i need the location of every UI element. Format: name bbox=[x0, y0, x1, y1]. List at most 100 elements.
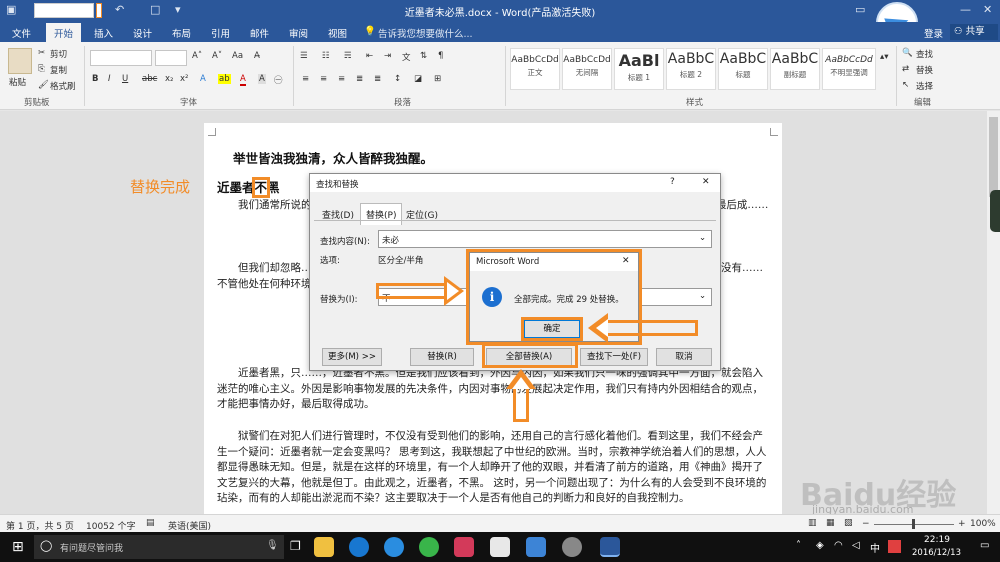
select-button[interactable]: 选择 bbox=[916, 80, 933, 92]
print-layout-icon[interactable]: ▦ bbox=[826, 518, 835, 528]
vertical-scrollbar[interactable] bbox=[987, 111, 1000, 514]
ribbon-display-icon[interactable]: ▭ bbox=[855, 3, 865, 16]
tell-me-input[interactable]: 告诉我您想要做什么... bbox=[378, 26, 473, 40]
notepad-icon[interactable] bbox=[490, 537, 510, 557]
side-widget[interactable] bbox=[990, 190, 1000, 232]
multilevel-icon[interactable]: ☴ bbox=[344, 51, 352, 61]
windows-start-icon[interactable]: ⊞ bbox=[12, 539, 24, 555]
tab-layout[interactable]: 布局 bbox=[172, 26, 191, 40]
file-explorer-icon[interactable] bbox=[314, 537, 334, 557]
chevron-down-icon[interactable]: ⌄ bbox=[699, 291, 706, 301]
document-heading[interactable]: 近墨者不黑 bbox=[217, 177, 280, 198]
cut-button[interactable]: 剪切 bbox=[50, 48, 67, 60]
help-icon[interactable]: ? bbox=[670, 177, 675, 187]
word-count[interactable]: 10052 个字 bbox=[86, 519, 136, 532]
cancel-button[interactable]: 取消 bbox=[656, 348, 712, 366]
distributed-icon[interactable]: ≣ bbox=[374, 74, 381, 84]
change-case-icon[interactable]: Aa bbox=[232, 51, 243, 61]
justify-icon[interactable]: ≣ bbox=[356, 74, 363, 84]
tab-insert[interactable]: 插入 bbox=[94, 26, 113, 40]
tab-view[interactable]: 视图 bbox=[328, 26, 347, 40]
close-icon[interactable]: ✕ bbox=[702, 177, 710, 187]
find-button[interactable]: 查找 bbox=[916, 48, 933, 60]
zoom-out-icon[interactable]: − bbox=[862, 519, 870, 529]
close-icon[interactable]: ✕ bbox=[983, 3, 992, 16]
proofing-icon[interactable]: ▤ bbox=[146, 518, 155, 528]
replace-button[interactable]: 替换 bbox=[916, 64, 933, 76]
language-indicator[interactable]: 英语(美国) bbox=[168, 519, 211, 532]
style-subtle-emphasis[interactable]: AaBbCcDd 不明显强调 bbox=[822, 48, 876, 90]
browser-360-icon[interactable] bbox=[419, 537, 439, 557]
align-left-icon[interactable]: ≡ bbox=[302, 74, 309, 84]
document-title[interactable]: 举世皆浊我独清，众人皆醉我独醒。 bbox=[233, 148, 433, 167]
cut-icon[interactable]: ✂ bbox=[38, 48, 45, 58]
shield-icon[interactable]: ◈ bbox=[816, 540, 824, 551]
italic-icon[interactable]: I bbox=[108, 74, 111, 84]
copy-icon[interactable]: ⎘ bbox=[38, 64, 45, 74]
tab-goto[interactable]: 定位(G) bbox=[402, 205, 442, 224]
clear-format-icon[interactable]: A̶ bbox=[254, 51, 260, 61]
styles-scroll-icon[interactable]: ▴▾ bbox=[880, 52, 889, 62]
highlight-icon[interactable]: ab bbox=[218, 74, 231, 84]
style-no-spacing[interactable]: AaBbCcDd 无间隔 bbox=[562, 48, 612, 90]
style-heading-1[interactable]: AaBl 标题 1 bbox=[614, 48, 664, 90]
volume-icon[interactable]: ◁ bbox=[852, 540, 860, 551]
wifi-icon[interactable]: ◠ bbox=[834, 540, 843, 551]
shading-icon[interactable]: ◪ bbox=[414, 74, 422, 84]
more-button[interactable]: 更多(M) >> bbox=[322, 348, 382, 366]
page-indicator[interactable]: 第 1 页，共 5 页 bbox=[6, 519, 74, 532]
scroll-thumb[interactable] bbox=[989, 117, 998, 197]
align-right-icon[interactable]: ≡ bbox=[338, 74, 345, 84]
select-icon[interactable]: ↖ bbox=[902, 80, 909, 90]
paragraph-3[interactable]: 近墨者黑，只……，近墨者不黑。但是我们应该看到，外因与内因，如果我们只一味的强调… bbox=[217, 366, 773, 428]
replace-icon[interactable]: ⇄ bbox=[902, 64, 909, 74]
read-mode-icon[interactable]: ▥ bbox=[808, 518, 817, 528]
strikethrough-icon[interactable]: abc bbox=[142, 74, 157, 84]
paragraph-4[interactable]: 狱警们在对犯人们进行管理时，不仅没有受到他们的影响，还用自己的言行感化着他们。看… bbox=[217, 429, 773, 514]
tab-design[interactable]: 设计 bbox=[133, 26, 152, 40]
zoom-in-icon[interactable]: + bbox=[958, 519, 966, 529]
sort-icon[interactable]: ⇅ bbox=[420, 51, 427, 61]
grow-font-icon[interactable]: A˄ bbox=[192, 51, 202, 61]
login-link[interactable]: 登录 bbox=[924, 26, 943, 40]
web-layout-icon[interactable]: ▧ bbox=[844, 518, 853, 528]
replace-button[interactable]: 替换(R) bbox=[410, 348, 474, 366]
font-color-icon[interactable]: A bbox=[240, 74, 246, 86]
underline-icon[interactable]: U bbox=[122, 74, 128, 84]
word-taskbar-icon[interactable] bbox=[600, 537, 620, 557]
sogou-icon[interactable] bbox=[888, 540, 901, 553]
mic-icon[interactable]: 🎙 bbox=[266, 540, 279, 551]
chevron-down-icon[interactable]: ⌄ bbox=[699, 233, 706, 243]
paste-icon[interactable] bbox=[8, 48, 32, 74]
minimize-icon[interactable]: — bbox=[960, 3, 971, 16]
find-input[interactable]: 未必 ⌄ bbox=[378, 230, 712, 248]
bug-app-icon[interactable] bbox=[454, 537, 474, 557]
text-effects-icon[interactable]: A bbox=[200, 74, 206, 84]
char-shading-icon[interactable]: A bbox=[258, 74, 266, 84]
tab-review[interactable]: 审阅 bbox=[289, 26, 308, 40]
style-normal[interactable]: AaBbCcDd 正文 bbox=[510, 48, 560, 90]
find-next-button[interactable]: 查找下一处(F) bbox=[580, 348, 648, 366]
clock-date[interactable]: 2016/12/13 bbox=[912, 548, 961, 558]
tray-expand-icon[interactable]: ˄ bbox=[796, 540, 801, 551]
share-button[interactable]: ⚇ 共享 bbox=[950, 24, 998, 40]
search-box[interactable]: ◯ 有问题尽管问我 🎙 bbox=[34, 535, 284, 559]
borders-icon[interactable]: ⊞ bbox=[434, 74, 441, 84]
ok-button[interactable]: 确定 bbox=[524, 320, 580, 338]
tab-replace[interactable]: 替换(P) bbox=[360, 203, 403, 225]
ime-indicator[interactable]: 中 bbox=[870, 540, 880, 555]
decrease-indent-icon[interactable]: ⇤ bbox=[366, 51, 373, 61]
style-title[interactable]: AaBbC 标题 bbox=[718, 48, 768, 90]
align-center-icon[interactable]: ≡ bbox=[320, 74, 327, 84]
shrink-font-icon[interactable]: A˅ bbox=[212, 51, 222, 61]
chinese-layout-icon[interactable]: 文 bbox=[402, 51, 411, 63]
close-icon[interactable]: ✕ bbox=[622, 256, 630, 266]
copy-button[interactable]: 复制 bbox=[50, 64, 67, 76]
tab-references[interactable]: 引用 bbox=[211, 26, 230, 40]
increase-indent-icon[interactable]: ⇥ bbox=[384, 51, 391, 61]
enclose-char-icon[interactable]: ㊀ bbox=[274, 74, 283, 86]
style-heading-2[interactable]: AaBbC 标题 2 bbox=[666, 48, 716, 90]
task-view-icon[interactable]: ❐ bbox=[290, 539, 301, 553]
format-painter-icon[interactable]: 🖌 bbox=[38, 80, 49, 90]
tab-home[interactable]: 开始 bbox=[46, 23, 82, 42]
